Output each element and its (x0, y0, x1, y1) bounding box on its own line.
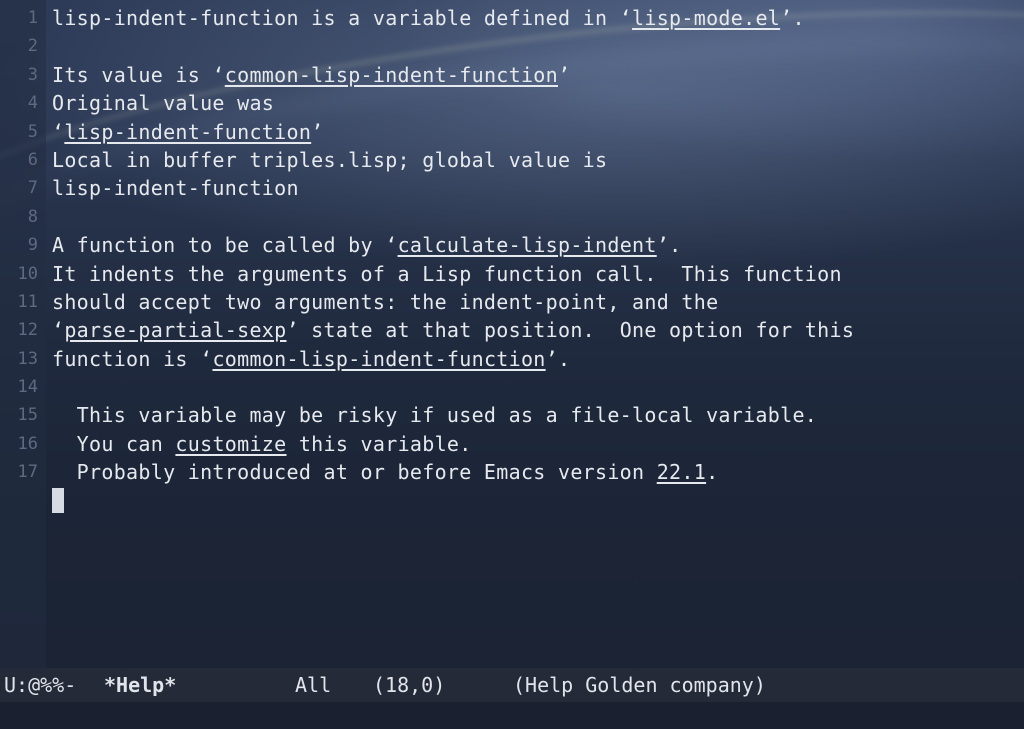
text-segment: ’. (545, 346, 571, 371)
buffer-line[interactable]: 16 You can customize this variable. (0, 430, 1024, 458)
buffer-line[interactable]: 5 ‘lisp-indent-function’ (0, 118, 1024, 146)
line-number: 1 (27, 8, 38, 28)
line-text: Original value was (52, 89, 274, 117)
line-number: 16 (17, 433, 38, 454)
help-link[interactable]: 22.1 (657, 460, 706, 484)
buffer-line[interactable]: 13 function is ‘common-lisp-indent-functi… (0, 345, 1024, 373)
line-number: 11 (17, 291, 38, 312)
line-number: 17 (17, 462, 38, 483)
text-cursor (52, 488, 64, 513)
line-number: 5 (27, 121, 38, 142)
emacs-frame: 1 lisp-indent-function is a variable defi… (0, 0, 1024, 729)
line-number: 14 (17, 377, 38, 398)
line-text: It indents the arguments of a Lisp funct… (52, 260, 842, 288)
line-number: 9 (27, 235, 38, 256)
line-number: 12 (17, 320, 38, 341)
text-segment: It indents the arguments of a Lisp funct… (52, 261, 842, 286)
text-segment: Local in buffer triples.lisp; global val… (52, 147, 608, 172)
text-segment: Its value is ‘ (52, 62, 225, 87)
buffer-line[interactable]: 2 (0, 32, 1024, 60)
text-segment: lisp-indent-function is a variable defin… (52, 6, 633, 30)
buffer-line[interactable]: 3 Its value is ‘common-lisp-indent-functi… (0, 61, 1024, 89)
buffer-line[interactable]: 6 Local in buffer triples.lisp; global va… (0, 146, 1024, 174)
buffer-line[interactable]: 11 should accept two arguments: the inden… (0, 288, 1024, 316)
line-number: 13 (17, 348, 38, 369)
line-text: This variable may be risky if used as a … (52, 401, 817, 429)
mode-line[interactable]: U:@%%- *Help* All (18,0) (Help Golden co… (0, 668, 1024, 702)
text-segment: ‘ (52, 318, 65, 343)
text-segment: . (706, 460, 719, 485)
text-segment: ’. (780, 6, 805, 30)
line-text: ‘lisp-indent-function’ (52, 118, 324, 146)
line-number: 10 (17, 263, 38, 284)
modeline-major-modes[interactable]: (Help Golden company) (513, 668, 766, 702)
modeline-cursor-position: (18,0) (373, 673, 446, 697)
line-text: function is ‘common-lisp-indent-function… (52, 345, 570, 373)
line-number: 6 (27, 149, 38, 170)
text-segment: ’. (656, 233, 682, 258)
help-link[interactable]: common-lisp-indent-function (225, 63, 558, 87)
buffer-line[interactable]: 4 Original value was (0, 89, 1024, 117)
text-segment: Original value was (52, 91, 275, 116)
help-buffer[interactable]: 1 lisp-indent-function is a variable defi… (0, 4, 1024, 487)
buffer-line[interactable]: 1 lisp-indent-function is a variable defi… (0, 4, 1024, 32)
line-text: A function to be called by ‘calculate-li… (52, 231, 681, 259)
modeline-buffer-name[interactable]: *Help* (104, 668, 176, 702)
buffer-line[interactable]: 8 (0, 203, 1024, 231)
buffer-line[interactable]: 7 lisp-indent-function (0, 174, 1024, 202)
help-link[interactable]: calculate-lisp-indent (398, 233, 657, 257)
line-number: 8 (27, 206, 38, 227)
text-segment: this variable. (286, 431, 472, 456)
help-link[interactable]: customize (175, 432, 286, 456)
modeline-scroll-position: All (295, 673, 332, 697)
help-link[interactable]: lisp-mode.el (632, 6, 780, 30)
help-link[interactable]: lisp-indent-function (64, 120, 311, 144)
text-segment: function is ‘ (52, 346, 213, 371)
line-text: You can customize this variable. (52, 430, 472, 458)
text-segment: A function to be called by ‘ (52, 233, 398, 258)
text-segment: ’ (558, 62, 571, 87)
text-segment: Probably introduced at or before Emacs v… (52, 460, 657, 485)
line-text: should accept two arguments: the indent-… (52, 288, 718, 316)
text-segment: lisp-indent-function (52, 176, 299, 201)
text-segment: This variable may be risky if used as a … (52, 403, 818, 428)
buffer-line[interactable]: 14 (0, 373, 1024, 401)
minibuffer[interactable] (0, 702, 1024, 729)
line-number: 2 (27, 36, 38, 57)
line-number: 3 (27, 64, 38, 85)
line-text: Its value is ‘common-lisp-indent-functio… (52, 61, 570, 89)
line-number: 4 (27, 93, 38, 114)
help-link[interactable]: common-lisp-indent-function (212, 347, 545, 371)
text-segment: You can (52, 431, 176, 456)
text-segment: ’ (311, 119, 324, 144)
buffer-line[interactable]: 9 A function to be called by ‘calculate-l… (0, 231, 1024, 259)
line-number: 7 (27, 178, 38, 199)
buffer-line[interactable]: 12 ‘parse-partial-sexp’ state at that pos… (0, 316, 1024, 344)
help-link[interactable]: parse-partial-sexp (64, 318, 286, 342)
line-text: lisp-indent-function (52, 174, 299, 202)
line-text: ‘parse-partial-sexp’ state at that posit… (52, 316, 854, 344)
line-number: 15 (17, 405, 38, 426)
line-text: Probably introduced at or before Emacs v… (52, 458, 718, 486)
line-text: lisp-indent-function is a variable defin… (52, 4, 805, 32)
line-text: Local in buffer triples.lisp; global val… (52, 146, 607, 174)
buffer-line[interactable]: 17 Probably introduced at or before Emac… (0, 458, 1024, 486)
text-segment: ’ state at that position. One option for… (286, 318, 855, 343)
buffer-line[interactable]: 10 It indents the arguments of a Lisp fun… (0, 260, 1024, 288)
buffer-line[interactable]: 15 This variable may be risky if used as… (0, 401, 1024, 429)
text-segment: ‘ (52, 119, 65, 144)
modeline-status: U:@%%- (4, 673, 77, 697)
text-segment: should accept two arguments: the indent-… (52, 289, 719, 314)
